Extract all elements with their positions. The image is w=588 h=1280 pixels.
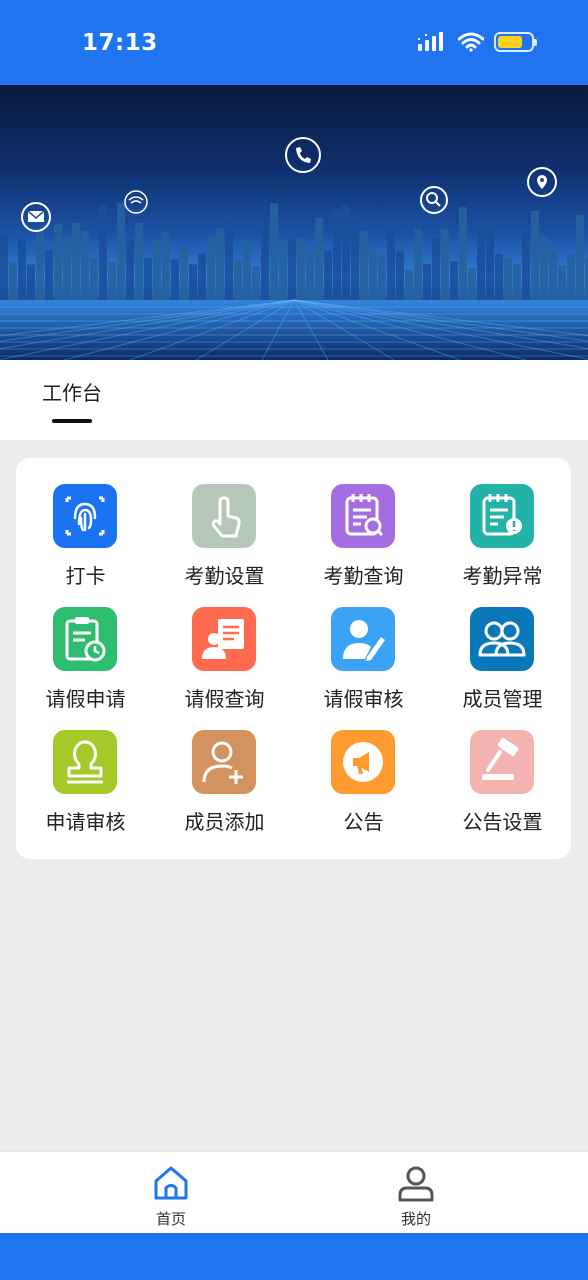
nav-home[interactable]: 首页 (131, 1164, 211, 1228)
grid-item-9[interactable]: 申请审核 (16, 730, 155, 840)
grid-item-10[interactable]: 成员添加 (155, 730, 294, 840)
function-grid-card: 打卡 考勤设置 考勤查询 考勤异常请假申请 请假查询 请假审核 成员管理申请审核 成员添加 公告… (16, 458, 571, 859)
grid-item-4[interactable]: 考勤异常 (433, 484, 572, 594)
nav-home-label: 首页 (155, 1210, 186, 1228)
clipboard-clock-icon (53, 607, 117, 671)
grid-item-label: 请假申请 (45, 687, 126, 711)
grid-item-label: 请假审核 (323, 687, 404, 711)
grid-item-11[interactable]: 公告 (294, 730, 433, 840)
grid-item-label: 公告 (343, 810, 384, 834)
status-time: 17:13 (82, 30, 158, 56)
nav-mine-label: 我的 (400, 1210, 431, 1228)
grid-item-7[interactable]: 请假审核 (294, 607, 433, 717)
add-user-icon (192, 730, 256, 794)
signal-icon (418, 32, 443, 51)
megaphone-icon (331, 730, 395, 794)
grid-item-label: 打卡 (65, 564, 106, 588)
calendar-search-icon (331, 484, 395, 548)
grid-item-label: 考勤异常 (462, 564, 543, 588)
grid-item-5[interactable]: 请假申请 (16, 607, 155, 717)
bottom-navigation: 首页 我的 (0, 1151, 588, 1233)
phone-bubble-icon (285, 137, 321, 173)
tab-active-indicator (52, 419, 92, 423)
grid-item-label: 成员管理 (462, 687, 543, 711)
grid-item-1[interactable]: 打卡 (16, 484, 155, 594)
tap-hand-icon (192, 484, 256, 548)
stamp-icon (53, 730, 117, 794)
wifi-bubble-icon (124, 190, 148, 214)
city-skyline-illustration (0, 128, 588, 360)
users-icon (470, 607, 534, 671)
grid-item-3[interactable]: 考勤查询 (294, 484, 433, 594)
grid-item-2[interactable]: 考勤设置 (155, 484, 294, 594)
grid-item-label: 公告设置 (462, 810, 543, 834)
grid-item-label: 申请审核 (45, 810, 126, 834)
gavel-icon (470, 730, 534, 794)
grid-item-label: 成员添加 (184, 810, 265, 834)
grid-item-12[interactable]: 公告设置 (433, 730, 572, 840)
grid-item-6[interactable]: 请假查询 (155, 607, 294, 717)
grid-item-label: 请假查询 (184, 687, 265, 711)
banner-image (0, 85, 588, 360)
calendar-alert-icon (470, 484, 534, 548)
battery-icon (494, 32, 537, 52)
fingerprint-icon (53, 484, 117, 548)
status-bar: 17:13 (0, 0, 588, 85)
home-icon (154, 1166, 188, 1200)
user-profile-icon (398, 1166, 434, 1202)
nav-mine[interactable]: 我的 (376, 1164, 456, 1228)
wifi-icon (458, 32, 484, 52)
person-board-icon (192, 607, 256, 671)
location-bubble-icon (527, 167, 557, 197)
grid-item-8[interactable]: 成员管理 (433, 607, 572, 717)
status-icons (418, 32, 537, 52)
home-indicator-bar (0, 1233, 588, 1280)
grid-item-label: 考勤设置 (184, 564, 265, 588)
tab-workbench[interactable]: 工作台 (42, 377, 102, 406)
grid-item-label: 考勤查询 (323, 564, 404, 588)
user-pen-icon (331, 607, 395, 671)
